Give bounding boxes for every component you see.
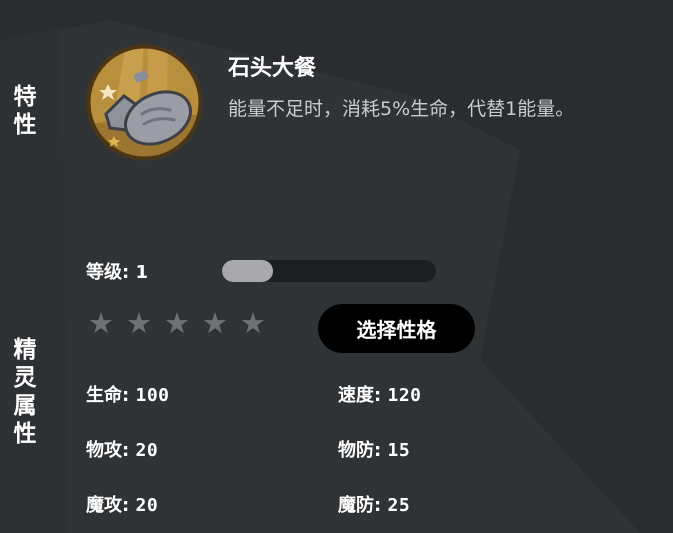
stat-magic-atk: 魔攻: 20 bbox=[86, 491, 158, 517]
star-icon: ★ bbox=[126, 306, 152, 340]
stat-phys-atk-label: 物攻: bbox=[86, 440, 130, 461]
trait-section-label: 特性 bbox=[13, 84, 37, 138]
stat-phys-atk-value: 20 bbox=[135, 440, 159, 461]
star-icon: ★ bbox=[202, 306, 228, 340]
stat-phys-atk: 物攻: 20 bbox=[86, 436, 158, 462]
stat-speed-value: 120 bbox=[387, 385, 422, 406]
stat-magic-def: 魔防: 25 bbox=[338, 491, 410, 517]
level-progress-bar bbox=[222, 260, 436, 282]
stat-magic-def-label: 魔防: bbox=[338, 495, 382, 516]
stone-meal-icon bbox=[86, 44, 203, 161]
stat-magic-atk-value: 20 bbox=[135, 495, 159, 516]
level-label-text: 等级: bbox=[86, 262, 130, 283]
stat-phys-def-value: 15 bbox=[387, 440, 411, 461]
attributes-section-label: 精灵属性 bbox=[13, 337, 37, 447]
level-progress-fill bbox=[222, 260, 274, 282]
stat-magic-def-value: 25 bbox=[387, 495, 411, 516]
star-rating: ★ ★ ★ ★ ★ bbox=[86, 308, 268, 338]
stat-phys-def-label: 物防: bbox=[338, 440, 382, 461]
select-nature-button[interactable]: 选择性格 bbox=[318, 304, 475, 353]
stat-hp-label: 生命: bbox=[86, 385, 130, 406]
trait-title: 石头大餐 bbox=[228, 56, 317, 81]
stat-speed-label: 速度: bbox=[338, 385, 382, 406]
trait-description: 能量不足时，消耗5%生命，代替1能量。 bbox=[228, 98, 575, 120]
stat-speed: 速度: 120 bbox=[338, 381, 422, 407]
stat-hp-value: 100 bbox=[135, 385, 170, 406]
star-icon: ★ bbox=[88, 306, 114, 340]
star-icon: ★ bbox=[164, 306, 190, 340]
stat-hp: 生命: 100 bbox=[86, 381, 170, 407]
level-value: 1 bbox=[135, 262, 149, 283]
level-label: 等级: 1 bbox=[86, 258, 148, 284]
star-icon: ★ bbox=[240, 306, 266, 340]
stat-magic-atk-label: 魔攻: bbox=[86, 495, 130, 516]
stat-phys-def: 物防: 15 bbox=[338, 436, 410, 462]
